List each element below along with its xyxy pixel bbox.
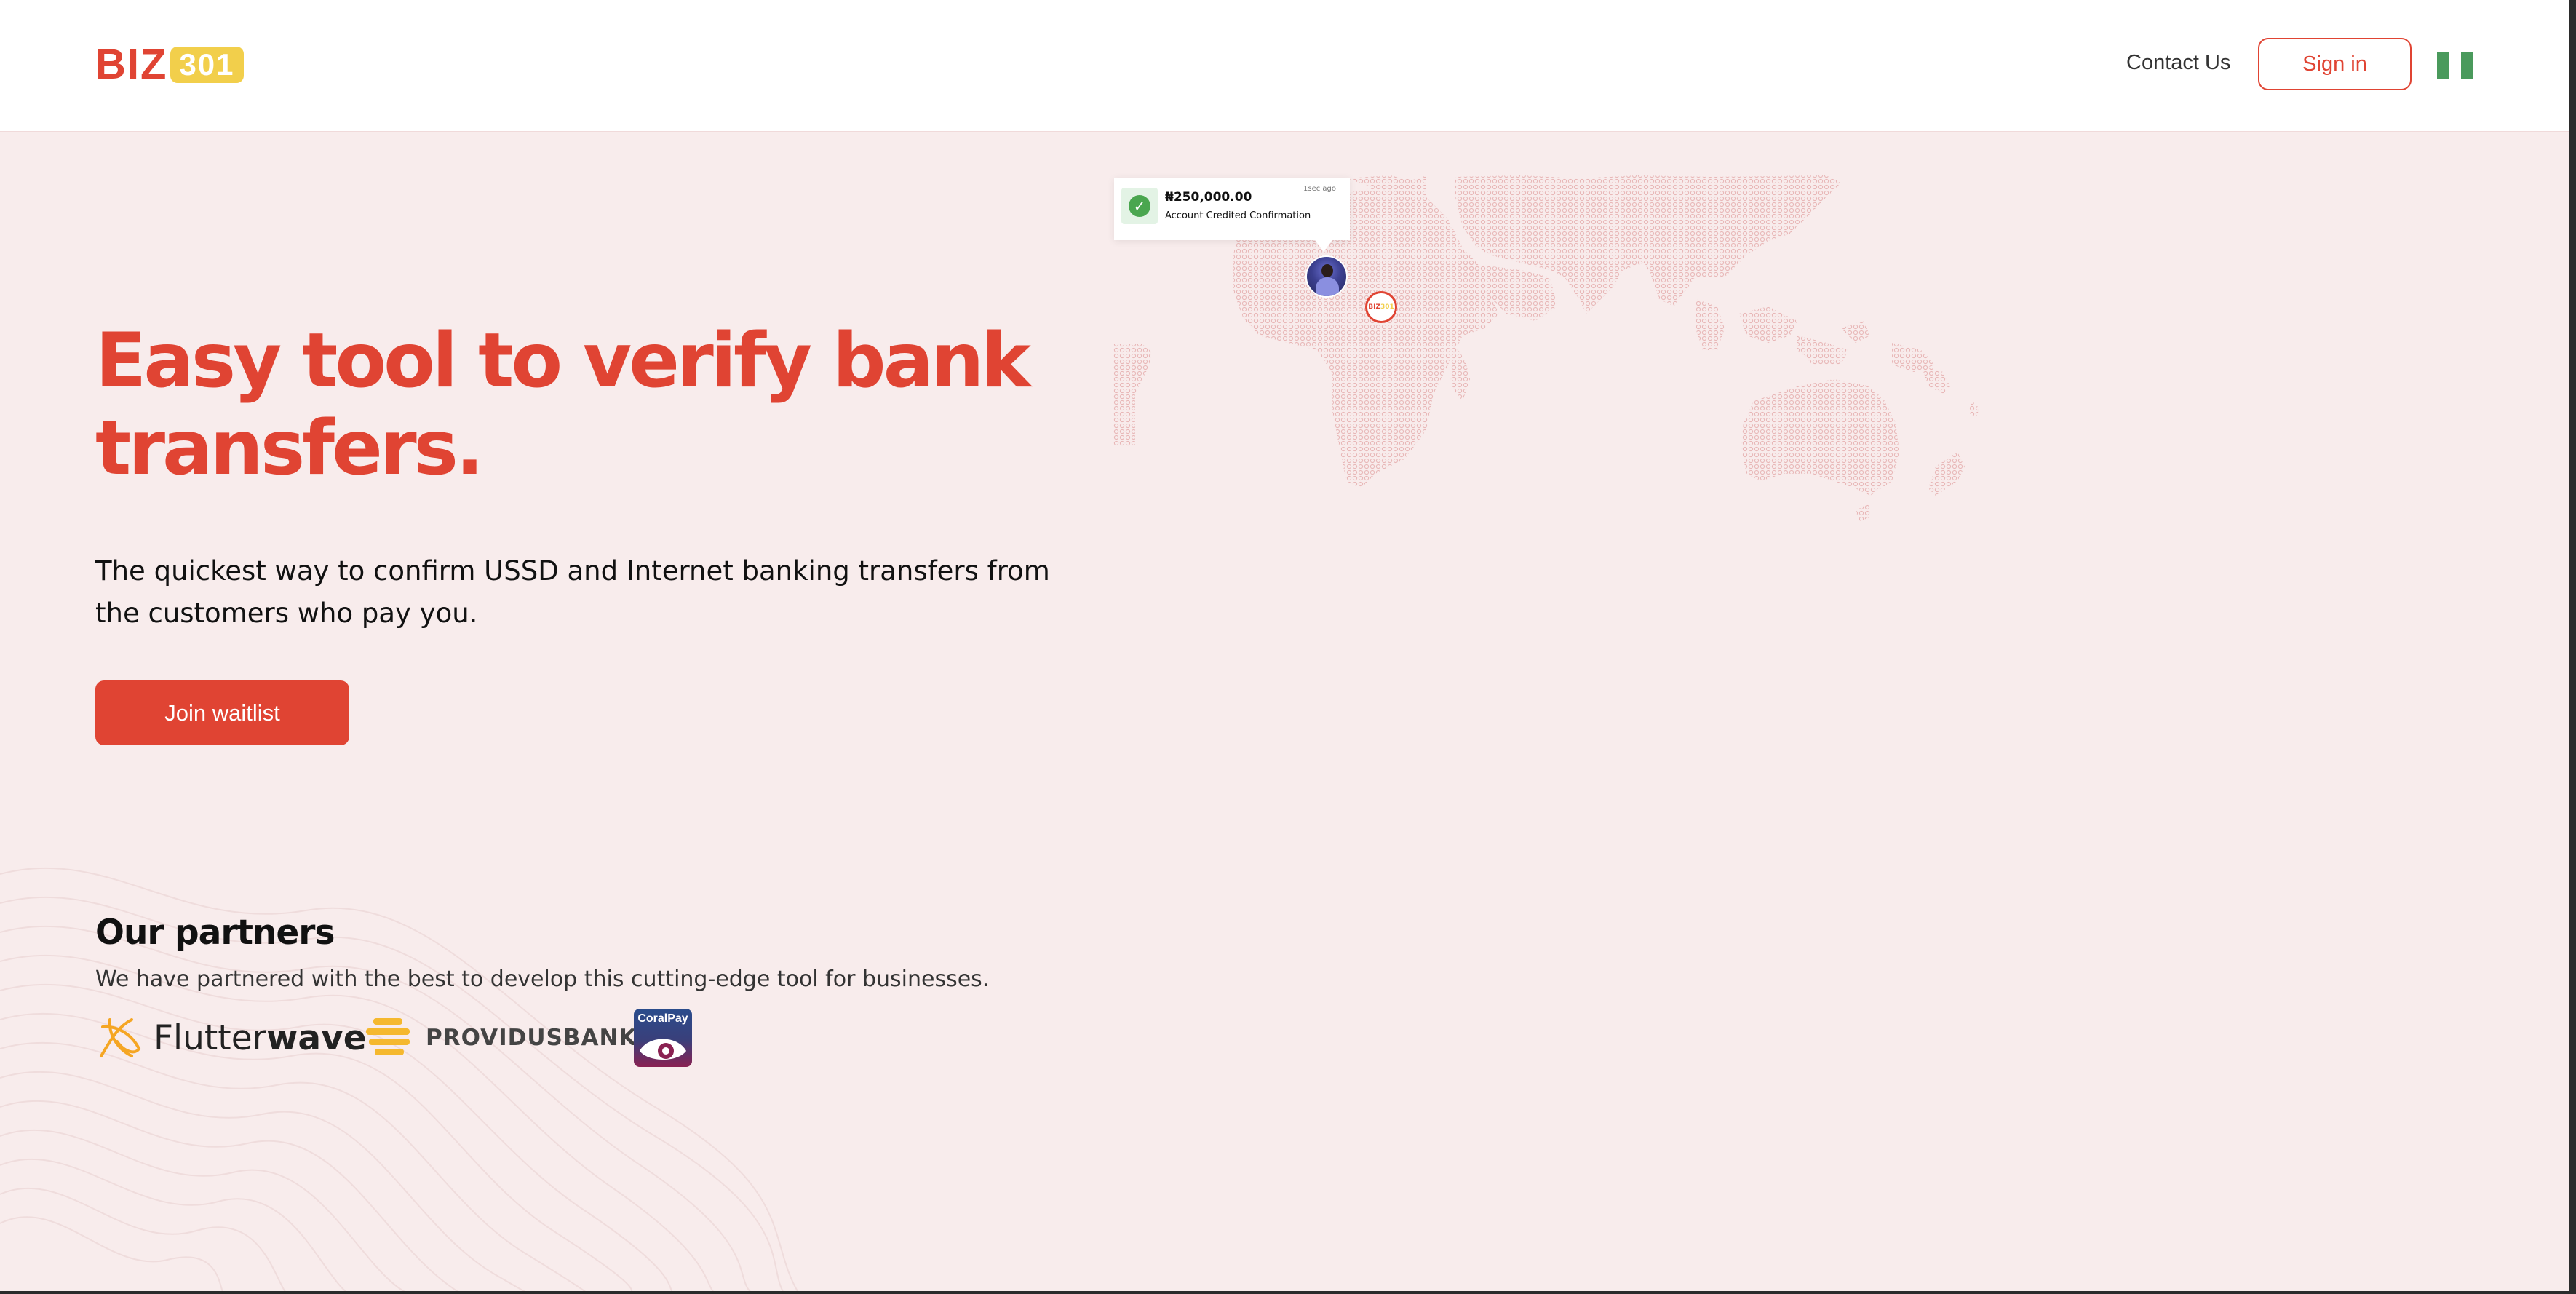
logo-number-badge: 301 — [170, 46, 244, 84]
credit-notification-card: ✓ ₦250,000.00 Account Credited Confirmat… — [1114, 178, 1350, 252]
coralpay-text: CoralPay — [637, 1012, 688, 1025]
partners-title: Our partners — [95, 913, 335, 953]
notification-label: Account Credited Confirmation — [1165, 210, 1311, 221]
biz301-map-pin: BIZ 301 — [1365, 291, 1397, 323]
hero-section: Easy tool to verify bank transfers. The … — [0, 132, 2569, 1291]
window-edge-right — [2569, 0, 2576, 1294]
customer-avatar — [1305, 255, 1348, 298]
top-nav: BIZ 301 Contact Us Sign in — [0, 0, 2569, 132]
flutterwave-text-light: Flutter — [154, 1017, 266, 1058]
notification-time: 1sec ago — [1303, 185, 1336, 193]
check-icon: ✓ — [1121, 188, 1158, 224]
partners-subtitle: We have partnered with the best to devel… — [95, 966, 990, 992]
brand-logo[interactable]: BIZ 301 — [95, 44, 244, 86]
providus-bank-text: PROVIDUSBANK — [426, 1025, 637, 1051]
hero-subtext: The quickest way to confirm USSD and Int… — [95, 555, 1050, 629]
flutterwave-text-bold: wave — [266, 1017, 367, 1058]
notification-amount: ₦250,000.00 — [1165, 190, 1252, 205]
nigeria-flag-icon[interactable] — [2437, 52, 2474, 79]
logo-text: BIZ — [95, 41, 168, 88]
providus-bank-logo: PROVIDUSBANK — [365, 1012, 637, 1063]
coralpay-logo: CoralPay — [634, 1009, 692, 1067]
hero-headline: Easy tool to verify bank transfers. — [95, 317, 1031, 492]
contact-us-link[interactable]: Contact Us — [2126, 51, 2230, 75]
sign-in-button[interactable]: Sign in — [2258, 38, 2412, 90]
window-edge-bottom — [0, 1291, 2576, 1294]
page: BIZ 301 Contact Us Sign in Easy tool to … — [0, 0, 2569, 1291]
providus-bank-icon — [366, 1018, 410, 1055]
join-waitlist-button[interactable]: Join waitlist — [95, 680, 349, 745]
flutterwave-icon — [100, 1018, 141, 1057]
flutterwave-logo: Flutterwave — [95, 1009, 367, 1067]
